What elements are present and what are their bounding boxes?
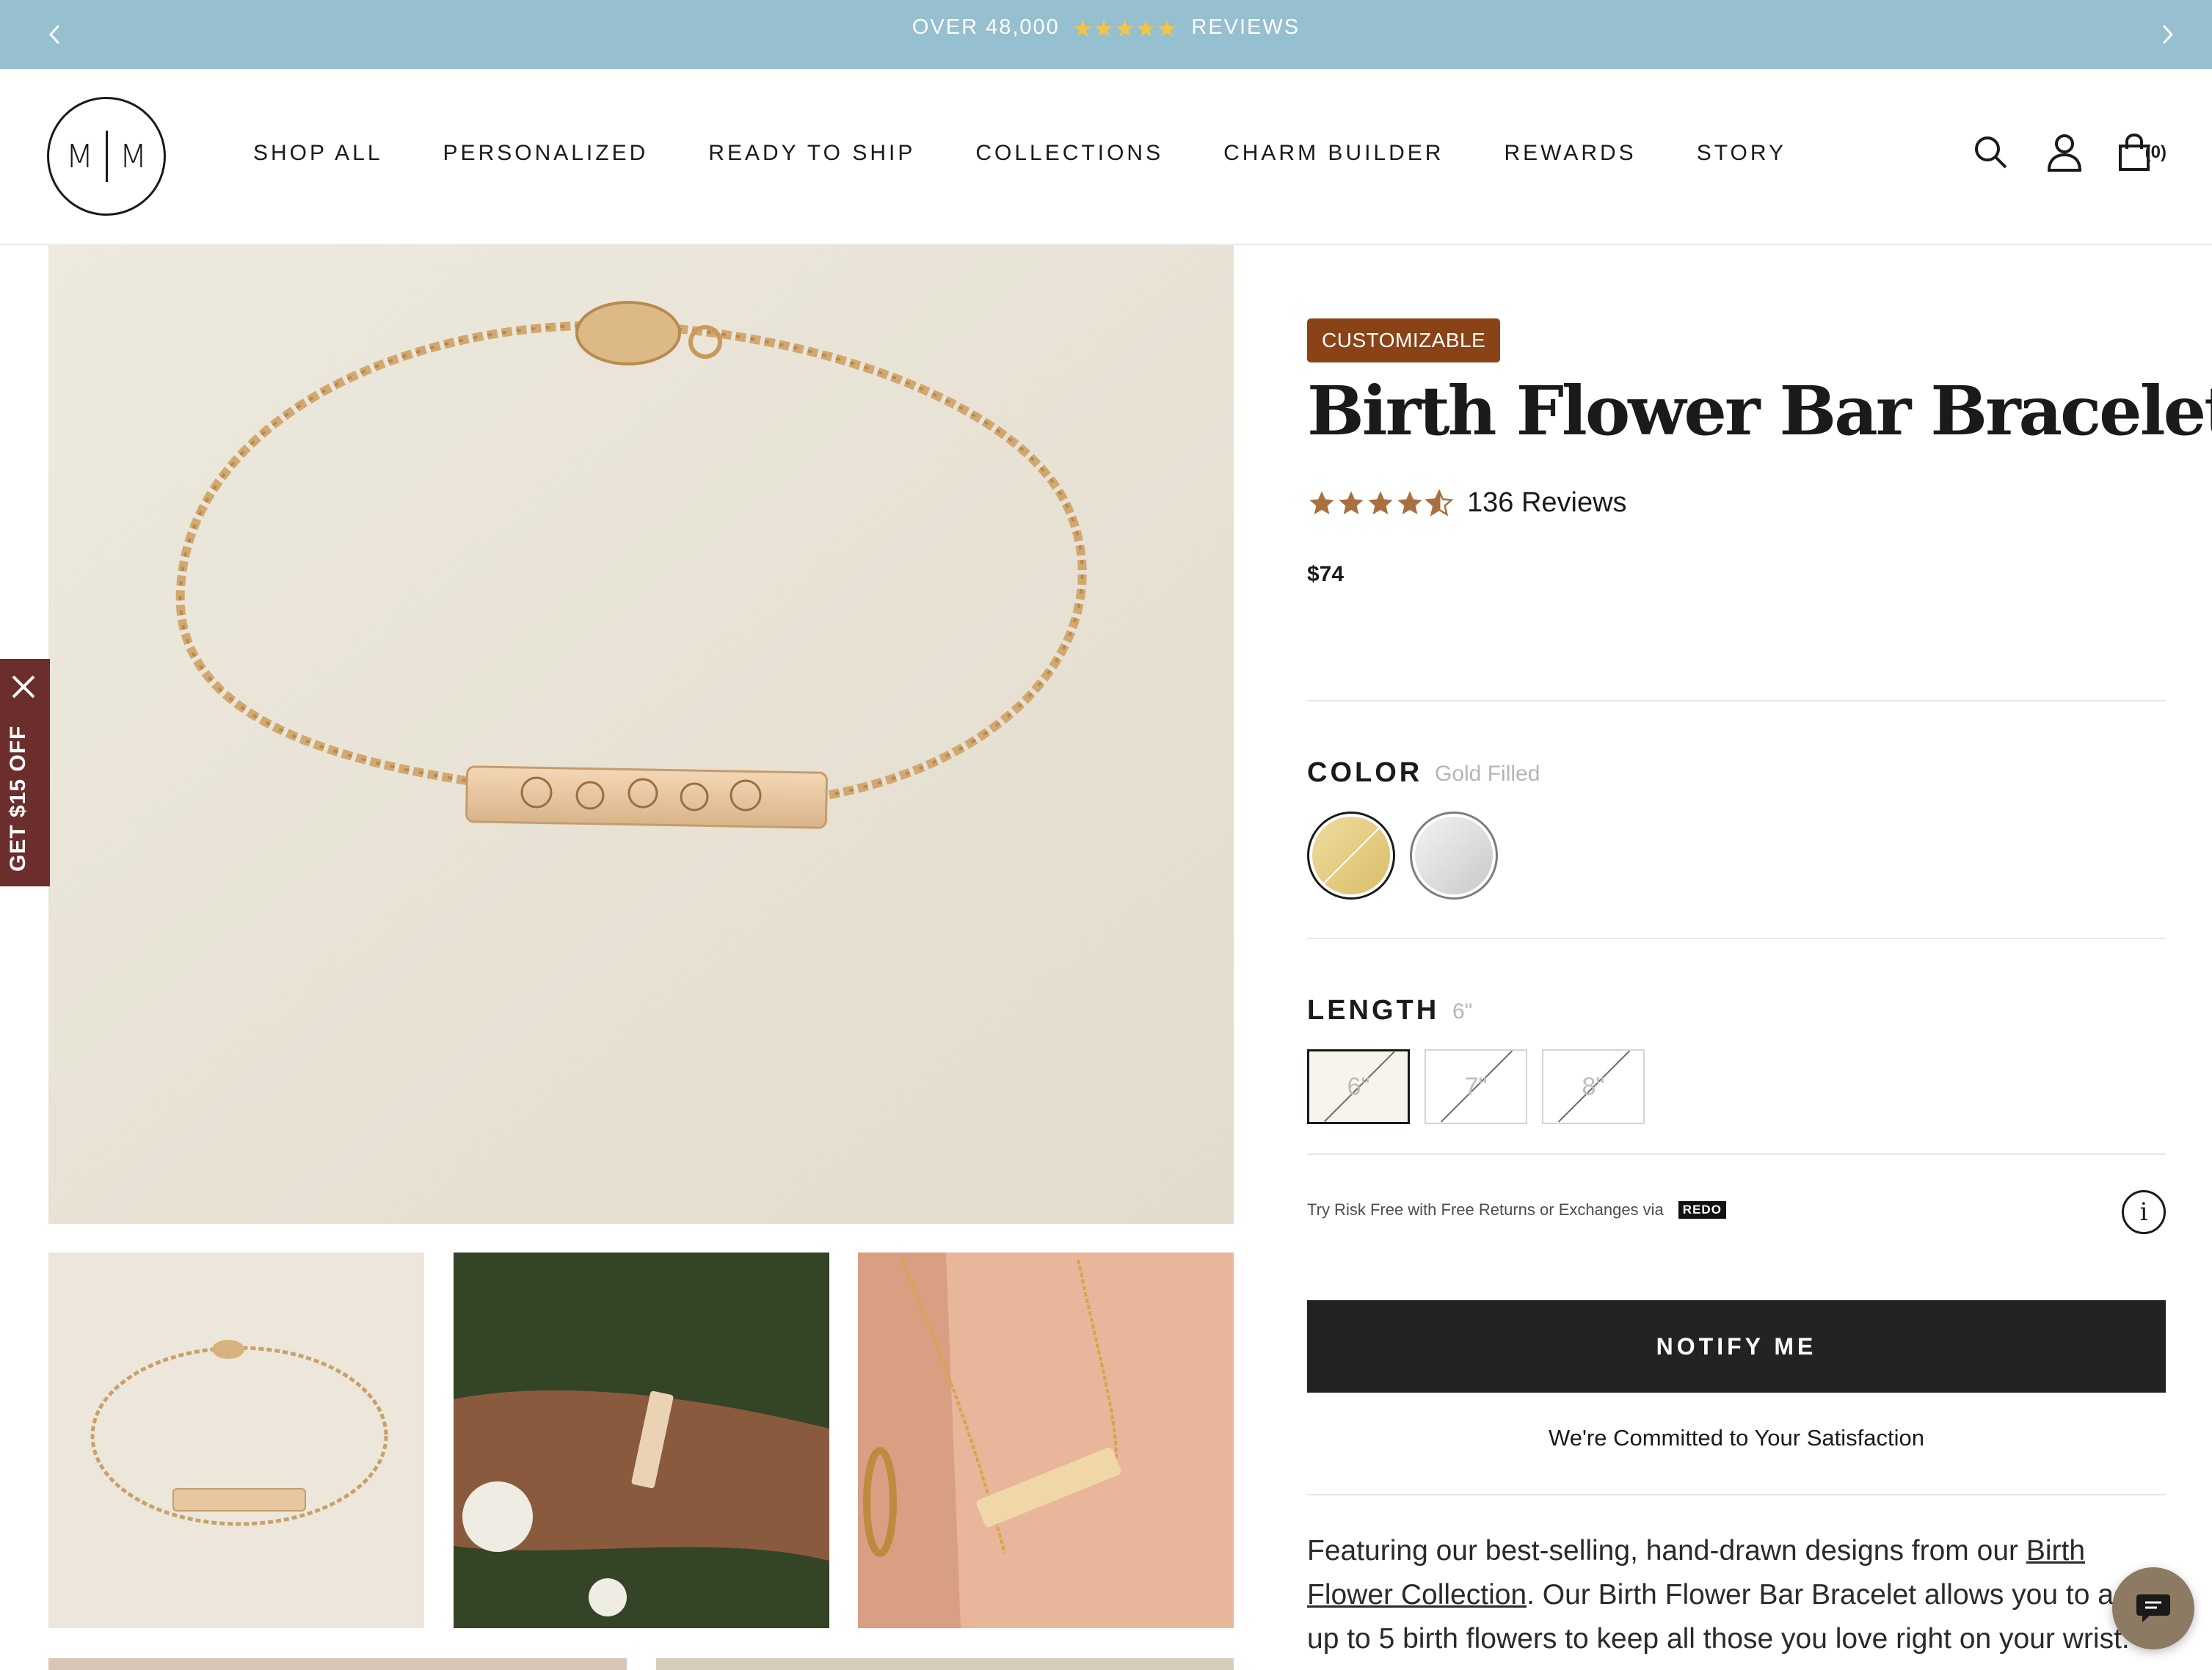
thumbnail-bracelet-image bbox=[90, 1340, 388, 1526]
discount-tab-label: GET $15 OFF bbox=[6, 725, 30, 872]
discount-tab[interactable]: GET $15 OFF bbox=[0, 659, 50, 886]
chevron-right-icon bbox=[2162, 24, 2174, 45]
chat-icon bbox=[2136, 1594, 2170, 1622]
star-icon: ★ bbox=[1135, 15, 1158, 42]
announcement-text: OVER 48,000 ★★★★★ REVIEWS bbox=[0, 15, 2212, 43]
star-icon bbox=[1339, 490, 1364, 514]
star-icon: ★ bbox=[1093, 15, 1116, 42]
account-icon bbox=[2047, 134, 2081, 172]
cart-button[interactable]: (0) bbox=[2117, 132, 2166, 173]
chat-button[interactable] bbox=[2112, 1567, 2194, 1649]
length-option-label: 8" bbox=[1582, 1072, 1605, 1101]
bracelet-illustration bbox=[48, 245, 1234, 1224]
nav-charm-builder[interactable]: CHARM BUILDER bbox=[1223, 141, 1444, 166]
star-icon: ★ bbox=[1114, 15, 1137, 42]
logo-letter-right: M bbox=[119, 137, 148, 175]
account-button[interactable] bbox=[2044, 132, 2085, 173]
length-option-8[interactable]: 8" bbox=[1542, 1049, 1645, 1124]
thumbnail-4[interactable] bbox=[48, 1658, 627, 1670]
product-title: Birth Flower Bar Bracelet bbox=[1307, 371, 2212, 451]
search-button[interactable] bbox=[1971, 132, 2012, 173]
notify-me-button[interactable]: NOTIFY ME bbox=[1307, 1300, 2166, 1393]
rating-stars bbox=[1307, 488, 1454, 518]
divider bbox=[1307, 1494, 2166, 1495]
announcement-prefix: OVER 48,000 bbox=[912, 15, 1060, 39]
logo-letter-left: M bbox=[65, 137, 94, 175]
close-icon[interactable] bbox=[9, 672, 38, 701]
satisfaction-commitment[interactable]: We're Committed to Your Satisfaction bbox=[1307, 1425, 2166, 1451]
thumbnail-wrist-image bbox=[454, 1252, 829, 1628]
cart-count: (0) bbox=[2144, 142, 2166, 162]
announcement-next-arrow[interactable] bbox=[2149, 16, 2186, 53]
star-half-icon bbox=[1425, 488, 1454, 517]
color-swatch-silver[interactable] bbox=[1410, 812, 1498, 900]
length-selected-value: 6" bbox=[1452, 999, 1473, 1024]
announcement-stars: ★★★★★ bbox=[1072, 15, 1179, 43]
announcement-bar: OVER 48,000 ★★★★★ REVIEWS bbox=[0, 0, 2212, 69]
star-icon bbox=[1309, 490, 1334, 514]
color-label: COLOR bbox=[1307, 757, 1423, 788]
info-icon[interactable]: i bbox=[2122, 1190, 2166, 1234]
length-option-label: 6" bbox=[1347, 1072, 1370, 1101]
star-icon: ★ bbox=[1156, 15, 1179, 42]
description-text-1: Featuring our best-selling, hand-drawn d… bbox=[1307, 1535, 2026, 1567]
thumbnail-3[interactable] bbox=[858, 1252, 1234, 1628]
nav-collections[interactable]: COLLECTIONS bbox=[975, 141, 1163, 166]
returns-text: Try Risk Free with Free Returns or Excha… bbox=[1307, 1200, 1664, 1219]
nav-rewards[interactable]: REWARDS bbox=[1504, 141, 1636, 166]
logo-divider bbox=[105, 131, 108, 182]
length-option-6[interactable]: 6" bbox=[1307, 1049, 1410, 1124]
thumbnail-palm-image bbox=[858, 1252, 1234, 1628]
thumbnail-2[interactable] bbox=[454, 1252, 829, 1628]
brand-logo[interactable]: M M bbox=[47, 97, 166, 216]
header-icons: (0) bbox=[1938, 132, 2166, 173]
announcement-suffix: REVIEWS bbox=[1191, 15, 1300, 39]
divider bbox=[1307, 1153, 2166, 1155]
nav-personalized[interactable]: PERSONALIZED bbox=[443, 141, 649, 166]
main-nav: SHOP ALL PERSONALIZED READY TO SHIP COLL… bbox=[253, 141, 1847, 166]
main-product-image[interactable] bbox=[48, 245, 1234, 1224]
length-label: LENGTH bbox=[1307, 995, 1440, 1026]
color-selected-value: Gold Filled bbox=[1435, 762, 1540, 786]
returns-note: Try Risk Free with Free Returns or Excha… bbox=[1307, 1200, 1726, 1219]
color-swatch-gold[interactable] bbox=[1307, 812, 1395, 900]
divider bbox=[1307, 938, 2166, 939]
thumbnail-1[interactable] bbox=[48, 1252, 424, 1628]
customizable-badge: CUSTOMIZABLE bbox=[1307, 318, 1501, 362]
product-price: $74 bbox=[1307, 562, 1345, 586]
divider bbox=[1307, 700, 2166, 701]
site-header: M M SHOP ALL PERSONALIZED READY TO SHIP … bbox=[0, 69, 2212, 245]
reviews-count-link[interactable]: 136 Reviews bbox=[1467, 487, 1627, 519]
star-icon bbox=[1397, 490, 1422, 514]
nav-shop-all[interactable]: SHOP ALL bbox=[253, 141, 383, 166]
product-rating[interactable]: 136 Reviews bbox=[1307, 487, 1627, 519]
nav-story[interactable]: STORY bbox=[1697, 141, 1786, 166]
redo-logo: REDO bbox=[1678, 1201, 1726, 1219]
search-icon bbox=[1974, 136, 2007, 169]
length-option-label: 7" bbox=[1464, 1072, 1488, 1101]
star-icon bbox=[1368, 490, 1393, 514]
length-option-7[interactable]: 7" bbox=[1425, 1049, 1527, 1124]
product-description: Featuring our best-selling, hand-drawn d… bbox=[1307, 1529, 2166, 1661]
thumbnail-5[interactable] bbox=[656, 1658, 1234, 1670]
nav-ready-to-ship[interactable]: READY TO SHIP bbox=[708, 141, 915, 166]
star-icon: ★ bbox=[1072, 15, 1095, 42]
